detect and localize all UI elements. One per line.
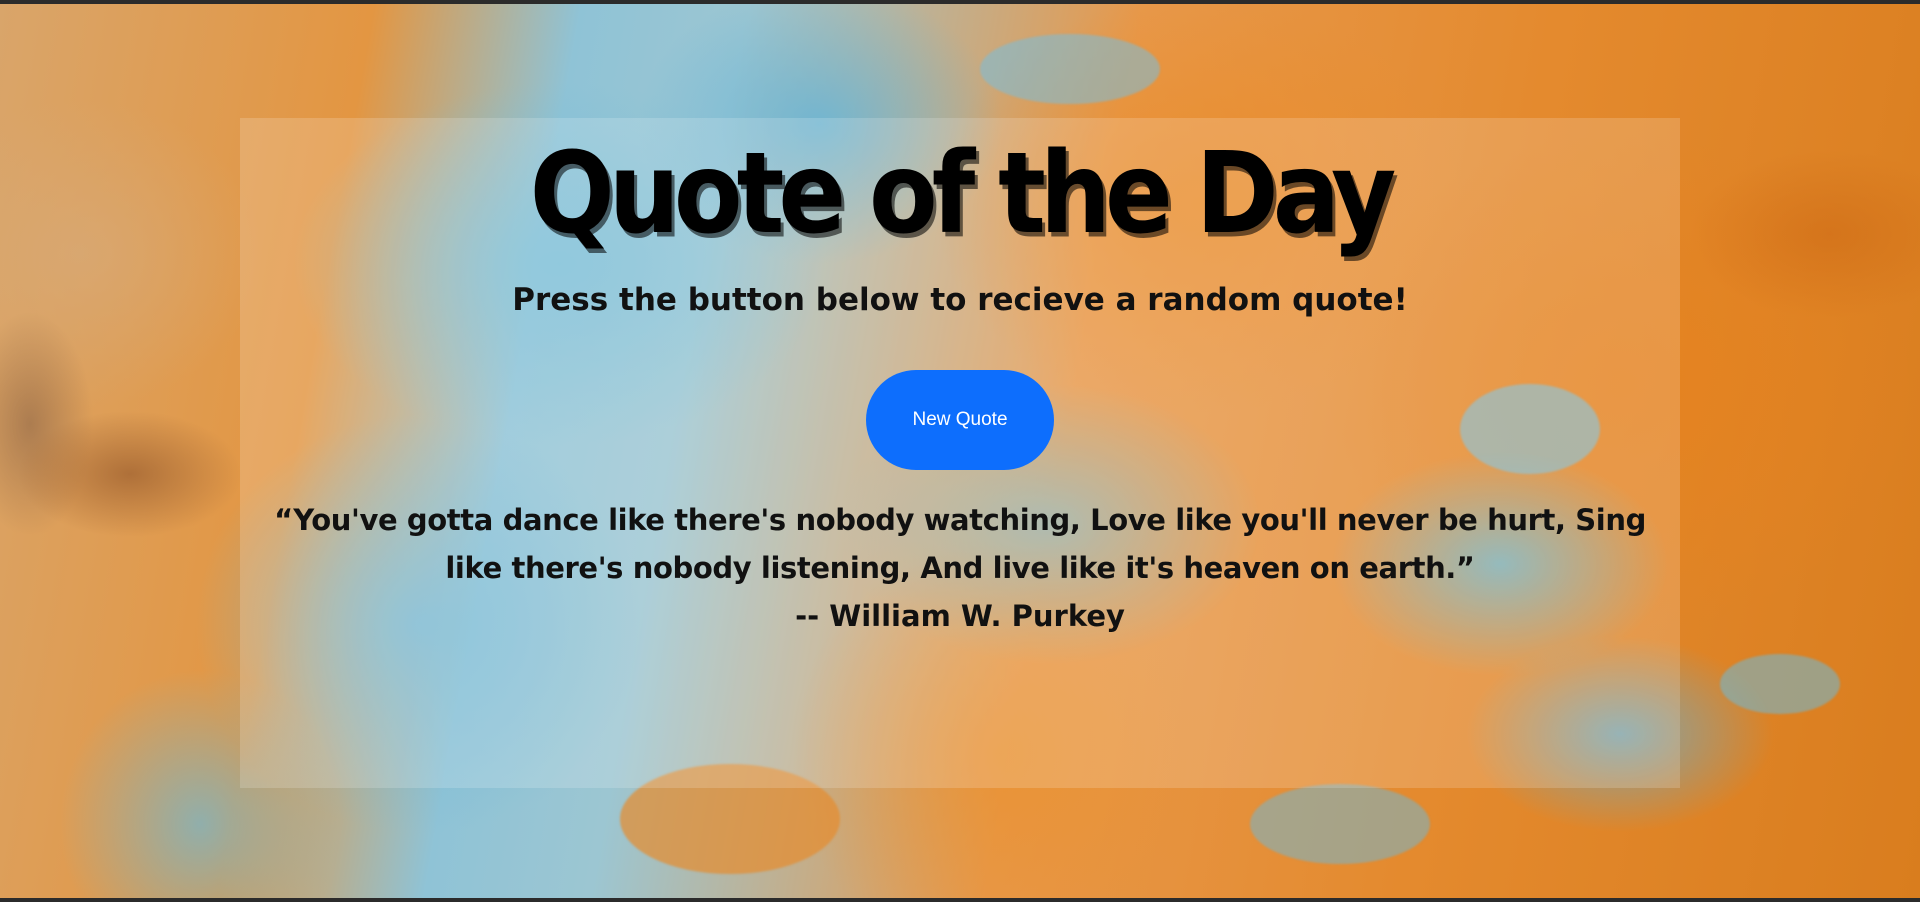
quote-text: “You've gotta dance like there's nobody … [274,503,1646,585]
new-quote-button[interactable]: New Quote [866,370,1054,470]
paint-spot [980,34,1160,104]
background-wall: Quote of the Day Press the button below … [0,4,1920,898]
paint-spot [1250,784,1430,864]
page-subtitle: Press the button below to recieve a rand… [512,282,1408,318]
quote-panel: Quote of the Day Press the button below … [240,118,1680,788]
quote-block: “You've gotta dance like there's nobody … [260,496,1660,640]
quote-author: -- William W. Purkey [795,599,1125,633]
page-title: Quote of the Day [529,127,1397,259]
paint-spot [1720,654,1840,714]
